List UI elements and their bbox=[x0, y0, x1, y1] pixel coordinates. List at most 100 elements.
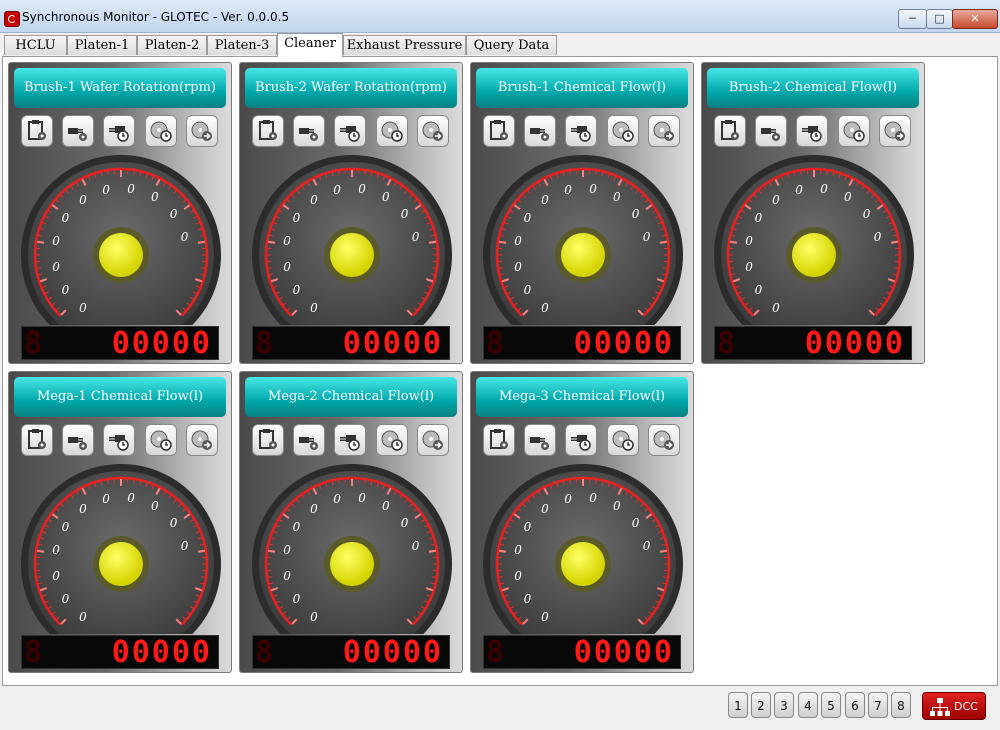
page-button-3[interactable]: 3 bbox=[774, 692, 794, 718]
gauge-scale-label: 0 bbox=[541, 192, 549, 207]
led-readout: 8 00000 bbox=[483, 635, 681, 669]
panel-title: Brush-1 Wafer Rotation(rpm) bbox=[14, 68, 226, 108]
plug-clock-button[interactable] bbox=[103, 115, 135, 147]
plug-settings-button[interactable] bbox=[293, 424, 325, 456]
gauge-scale-label: 0 bbox=[79, 610, 87, 625]
disk-arrow-button[interactable] bbox=[186, 115, 218, 147]
gauge-scale-label: 0 bbox=[310, 501, 318, 516]
gauge-scale-label: 0 bbox=[127, 490, 135, 505]
gauge-scale-label: 0 bbox=[61, 591, 70, 606]
gauge-scale-label: 0 bbox=[514, 259, 522, 274]
tab-platen-3[interactable]: Platen-3 bbox=[207, 35, 277, 55]
clipboard-settings-button[interactable] bbox=[21, 115, 53, 147]
page-button-7[interactable]: 7 bbox=[868, 692, 888, 718]
tab-query-data[interactable]: Query Data bbox=[466, 35, 557, 55]
gauge-scale-label: 0 bbox=[589, 181, 597, 196]
gauge-scale-label: 0 bbox=[564, 491, 572, 506]
plug-settings-button[interactable] bbox=[755, 115, 787, 147]
app-icon bbox=[4, 11, 20, 27]
gauge-scale-label: 0 bbox=[358, 181, 366, 196]
disk-clock-button[interactable] bbox=[838, 115, 870, 147]
led-unused-digit: 8 bbox=[24, 635, 42, 670]
clipboard-settings-button[interactable] bbox=[483, 115, 515, 147]
close-button[interactable]: ✕ bbox=[952, 9, 998, 29]
gauge-scale-label: 0 bbox=[772, 192, 780, 207]
led-readout: 8 00000 bbox=[252, 326, 450, 360]
gauge-scale-label: 0 bbox=[180, 229, 189, 244]
clipboard-settings-button[interactable] bbox=[714, 115, 746, 147]
tab-cleaner[interactable]: Cleaner bbox=[277, 33, 343, 57]
gauge-scale-label: 0 bbox=[631, 516, 640, 531]
clipboard-settings-button[interactable] bbox=[21, 424, 53, 456]
plug-clock-button[interactable] bbox=[334, 115, 366, 147]
disk-clock-button[interactable] bbox=[145, 115, 177, 147]
gauge-scale-label: 0 bbox=[292, 211, 301, 226]
gauge-scale-label: 0 bbox=[564, 182, 572, 197]
plug-clock-button[interactable] bbox=[796, 115, 828, 147]
disk-clock-button[interactable] bbox=[607, 115, 639, 147]
disk-arrow-button[interactable] bbox=[417, 115, 449, 147]
gauge-scale-label: 0 bbox=[52, 568, 60, 583]
clipboard-settings-button[interactable] bbox=[483, 424, 515, 456]
gauge-scale-label: 0 bbox=[745, 234, 753, 249]
page-button-1[interactable]: 1 bbox=[728, 692, 748, 718]
plug-settings-button[interactable] bbox=[524, 115, 556, 147]
gauge-scale-label: 0 bbox=[514, 568, 522, 583]
gauge-scale-label: 0 bbox=[292, 591, 301, 606]
disk-arrow-button[interactable] bbox=[417, 424, 449, 456]
led-value: 00000 bbox=[342, 635, 443, 670]
page-button-6[interactable]: 6 bbox=[845, 692, 865, 718]
gauge-scale-label: 0 bbox=[79, 501, 87, 516]
clipboard-settings-button[interactable] bbox=[252, 424, 284, 456]
minimize-button[interactable]: ─ bbox=[898, 9, 927, 29]
gauge-scale-label: 0 bbox=[61, 282, 70, 297]
gauge-dial: 00000000000 bbox=[21, 155, 221, 355]
plug-clock-button[interactable] bbox=[334, 424, 366, 456]
gauge-dial: 00000000000 bbox=[483, 464, 683, 664]
page-button-4[interactable]: 4 bbox=[798, 692, 818, 718]
page-button-8[interactable]: 8 bbox=[891, 692, 911, 718]
plug-clock-button[interactable] bbox=[565, 424, 597, 456]
gauge-dial: 00000000000 bbox=[252, 464, 452, 664]
gauge-scale-label: 0 bbox=[310, 610, 318, 625]
dcc-label: DCC bbox=[954, 700, 978, 713]
plug-settings-button[interactable] bbox=[62, 115, 94, 147]
disk-arrow-button[interactable] bbox=[648, 115, 680, 147]
gauge-scale-label: 0 bbox=[102, 491, 110, 506]
plug-settings-button[interactable] bbox=[293, 115, 325, 147]
tab-exhaust-pressure[interactable]: Exhaust Pressure bbox=[343, 35, 466, 55]
led-unused-digit: 8 bbox=[255, 635, 273, 670]
page-button-5[interactable]: 5 bbox=[821, 692, 841, 718]
panel-toolbar bbox=[252, 115, 452, 151]
gauge-scale-label: 0 bbox=[333, 491, 341, 506]
cleaner-content: Brush-1 Wafer Rotation(rpm) 0 0 0 0 0 0 0 0 0 0 0 8 0… bbox=[2, 56, 998, 686]
tab-hclu[interactable]: HCLU bbox=[4, 35, 67, 55]
maximize-button[interactable]: □ bbox=[926, 9, 953, 29]
gauge-scale-label: 0 bbox=[541, 501, 549, 516]
tab-platen-2[interactable]: Platen-2 bbox=[137, 35, 207, 55]
gauge-scale-label: 0 bbox=[541, 301, 549, 316]
disk-clock-button[interactable] bbox=[607, 424, 639, 456]
page-button-2[interactable]: 2 bbox=[751, 692, 771, 718]
gauge-scale-label: 0 bbox=[283, 568, 291, 583]
disk-clock-button[interactable] bbox=[376, 424, 408, 456]
dcc-button[interactable]: DCC bbox=[922, 692, 986, 720]
status-bar: 1 2 3 4 5 6 7 8 DCC bbox=[0, 688, 1000, 730]
disk-clock-button[interactable] bbox=[145, 424, 177, 456]
disk-clock-button[interactable] bbox=[376, 115, 408, 147]
plug-clock-button[interactable] bbox=[103, 424, 135, 456]
clipboard-settings-button[interactable] bbox=[252, 115, 284, 147]
tab-platen-1[interactable]: Platen-1 bbox=[67, 35, 137, 55]
gauge-panel: Brush-1 Chemical Flow(l) 0 0 0 0 0 0 0 0 0 0 0 8 0000… bbox=[470, 62, 694, 364]
disk-arrow-button[interactable] bbox=[186, 424, 218, 456]
plug-settings-button[interactable] bbox=[62, 424, 94, 456]
gauge-scale-label: 0 bbox=[411, 538, 420, 553]
gauge-scale-label: 0 bbox=[844, 190, 852, 205]
plug-clock-button[interactable] bbox=[565, 115, 597, 147]
disk-arrow-button[interactable] bbox=[648, 424, 680, 456]
panel-title: Mega-2 Chemical Flow(l) bbox=[245, 377, 457, 417]
gauge-dial: 00000000000 bbox=[483, 155, 683, 355]
disk-arrow-button[interactable] bbox=[879, 115, 911, 147]
gauge-scale-label: 0 bbox=[541, 610, 549, 625]
plug-settings-button[interactable] bbox=[524, 424, 556, 456]
